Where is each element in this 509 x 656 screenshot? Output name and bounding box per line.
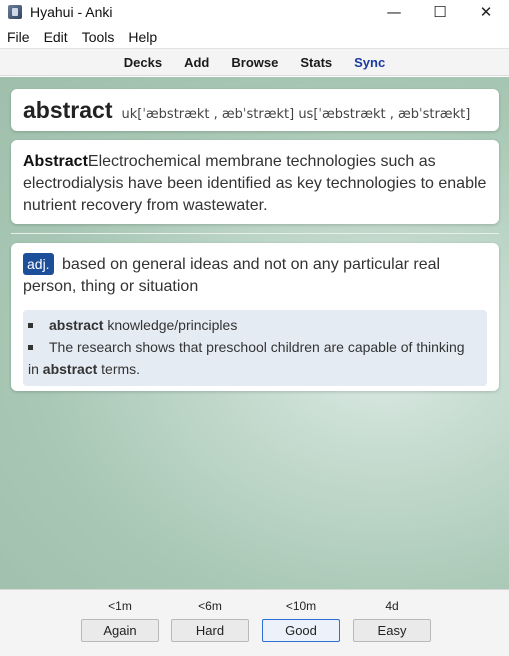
easy-button[interactable]: Easy — [353, 619, 431, 642]
hard-interval: <6m — [198, 599, 222, 613]
window-controls: — ☐ ✕ — [371, 0, 509, 24]
sentence-card: AbstractElectrochemical membrane technol… — [11, 140, 499, 224]
example-keyword: abstract — [49, 317, 104, 333]
menu-tools[interactable]: Tools — [75, 29, 122, 45]
example-item-continuation: in abstract terms. — [23, 358, 487, 380]
top-toolbar: Decks Add Browse Stats Sync — [0, 48, 509, 76]
decks-link[interactable]: Decks — [124, 55, 162, 70]
hard-button[interactable]: Hard — [171, 619, 249, 642]
word-card: abstract uk[ˈæbstrækt , æbˈstrækt] us[ˈæ… — [11, 89, 499, 131]
definition-card: adj. based on general ideas and not on a… — [11, 243, 499, 391]
add-link[interactable]: Add — [184, 55, 209, 70]
answer-again: <1m Again — [81, 599, 159, 642]
stats-link[interactable]: Stats — [300, 55, 332, 70]
answer-bar: <1m Again <6m Hard <10m Good 4d Easy — [0, 589, 509, 656]
close-icon[interactable]: ✕ — [463, 0, 509, 24]
definition-text: based on general ideas and not on any pa… — [23, 256, 441, 295]
again-interval: <1m — [108, 599, 132, 613]
example-text: terms. — [97, 361, 141, 377]
menu-file[interactable]: File — [0, 29, 37, 45]
example-item: The research shows that preschool childr… — [23, 336, 487, 358]
browse-link[interactable]: Browse — [231, 55, 278, 70]
answer-divider — [11, 233, 499, 234]
menu-help[interactable]: Help — [121, 29, 164, 45]
card-review-area: abstract uk[ˈæbstrækt , æbˈstrækt] us[ˈæ… — [0, 77, 509, 589]
good-button[interactable]: Good — [262, 619, 340, 642]
again-button[interactable]: Again — [81, 619, 159, 642]
example-text: The research shows that preschool childr… — [49, 339, 465, 355]
sentence-text: Electrochemical membrane technologies su… — [23, 153, 487, 214]
answer-good: <10m Good — [262, 599, 340, 642]
answer-hard: <6m Hard — [171, 599, 249, 642]
easy-interval: 4d — [385, 599, 399, 613]
examples-box: abstract knowledge/principles The resear… — [23, 310, 487, 386]
phonetic-text: uk[ˈæbstrækt , æbˈstrækt] us[ˈæbstrækt ,… — [121, 107, 471, 122]
window-title: Hyahui - Anki — [30, 4, 113, 20]
good-interval: <10m — [285, 599, 317, 613]
answer-easy: 4d Easy — [353, 599, 431, 642]
part-of-speech-badge: adj. — [23, 253, 54, 275]
word-heading: abstract — [23, 97, 113, 123]
menu-bar: File Edit Tools Help — [0, 27, 509, 47]
minimize-icon[interactable]: — — [371, 0, 417, 24]
anki-app-icon — [8, 5, 22, 19]
sentence-keyword: Abstract — [23, 153, 88, 170]
example-item: abstract knowledge/principles — [23, 314, 487, 336]
menu-edit[interactable]: Edit — [37, 29, 75, 45]
example-keyword: abstract — [42, 361, 98, 377]
definition-line: adj. based on general ideas and not on a… — [23, 253, 487, 298]
example-text: knowledge/principles — [103, 317, 238, 333]
title-bar: Hyahui - Anki — ☐ ✕ — [0, 0, 509, 24]
sync-link[interactable]: Sync — [354, 55, 385, 70]
maximize-icon[interactable]: ☐ — [417, 0, 463, 24]
example-text: in — [28, 361, 43, 377]
